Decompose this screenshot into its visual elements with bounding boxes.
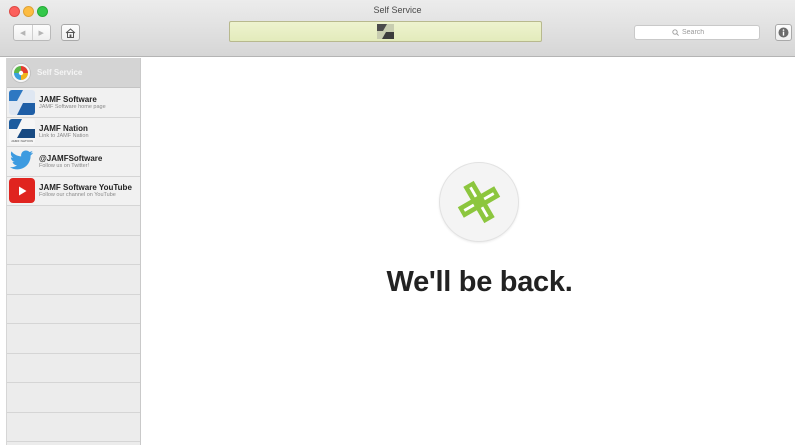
info-icon [778,27,789,38]
back-button[interactable]: ◀ [14,25,32,40]
list-item-subtitle: Link to JAMF Nation [39,133,89,140]
list-item-subtitle: Follow our channel on YouTube [39,192,116,199]
jamf-software-icon [377,24,394,39]
twitter-bird-icon [9,149,35,174]
list-item [7,235,140,265]
sidebar-item-twitter[interactable]: @JAMFSoftware Follow us on Twitter! [7,147,140,177]
list-item [7,206,140,236]
navigation-buttons: ◀ ▶ [13,24,51,41]
sidebar-item-jamf-software[interactable]: JAMF Software JAMF Software home page [7,88,140,118]
self-service-icon [11,62,31,83]
title-bar: Self Service ◀ ▶ [0,0,795,57]
search-field[interactable] [634,25,760,40]
window-title: Self Service [373,5,422,15]
home-button[interactable] [61,24,80,41]
sidebar: Self Service JAMF Software JAMF Software… [6,58,141,445]
sidebar-header-self-service[interactable]: Self Service [7,58,140,88]
jamf-plus-icon [457,180,501,224]
forward-arrow-icon: ▶ [38,29,44,37]
info-button[interactable] [775,24,792,41]
list-item [7,383,140,413]
list-item-title: JAMF Nation [39,124,88,133]
list-item-subtitle: Follow us on Twitter! [39,162,90,169]
list-item [7,265,140,295]
search-icon [672,29,679,36]
jamf-nation-icon-caption: JAMF NATION [11,139,33,144]
list-item-title: JAMF Software YouTube [39,183,132,192]
jamf-nation-icon: JAMF NATION [9,119,35,145]
list-item [7,353,140,383]
search-input[interactable] [682,29,722,36]
youtube-play-icon [9,178,35,204]
list-item-title: @JAMFSoftware [39,153,103,163]
list-item [7,294,140,324]
jamf-software-icon [9,89,35,115]
status-display [229,21,542,42]
list-item-subtitle: JAMF Software home page [39,103,106,110]
sidebar-item-jamf-nation[interactable]: JAMF NATION JAMF Nation Link to JAMF Nat… [7,117,140,147]
list-item-title: JAMF Software [39,94,97,104]
sidebar-header-label: Self Service [37,68,83,77]
self-service-window: Self Service ◀ ▶ Search Self Service JAM… [0,0,795,445]
sidebar-item-youtube[interactable]: JAMF Software YouTube Follow our channel… [7,176,140,206]
jamf-logo [439,162,519,242]
list-item [7,324,140,354]
list-item [7,412,140,442]
home-icon [65,27,76,38]
back-arrow-icon: ◀ [20,29,26,37]
forward-button[interactable]: ▶ [31,25,51,40]
page-headline: We'll be back. [386,266,573,298]
main-content: We'll be back. [142,58,795,445]
